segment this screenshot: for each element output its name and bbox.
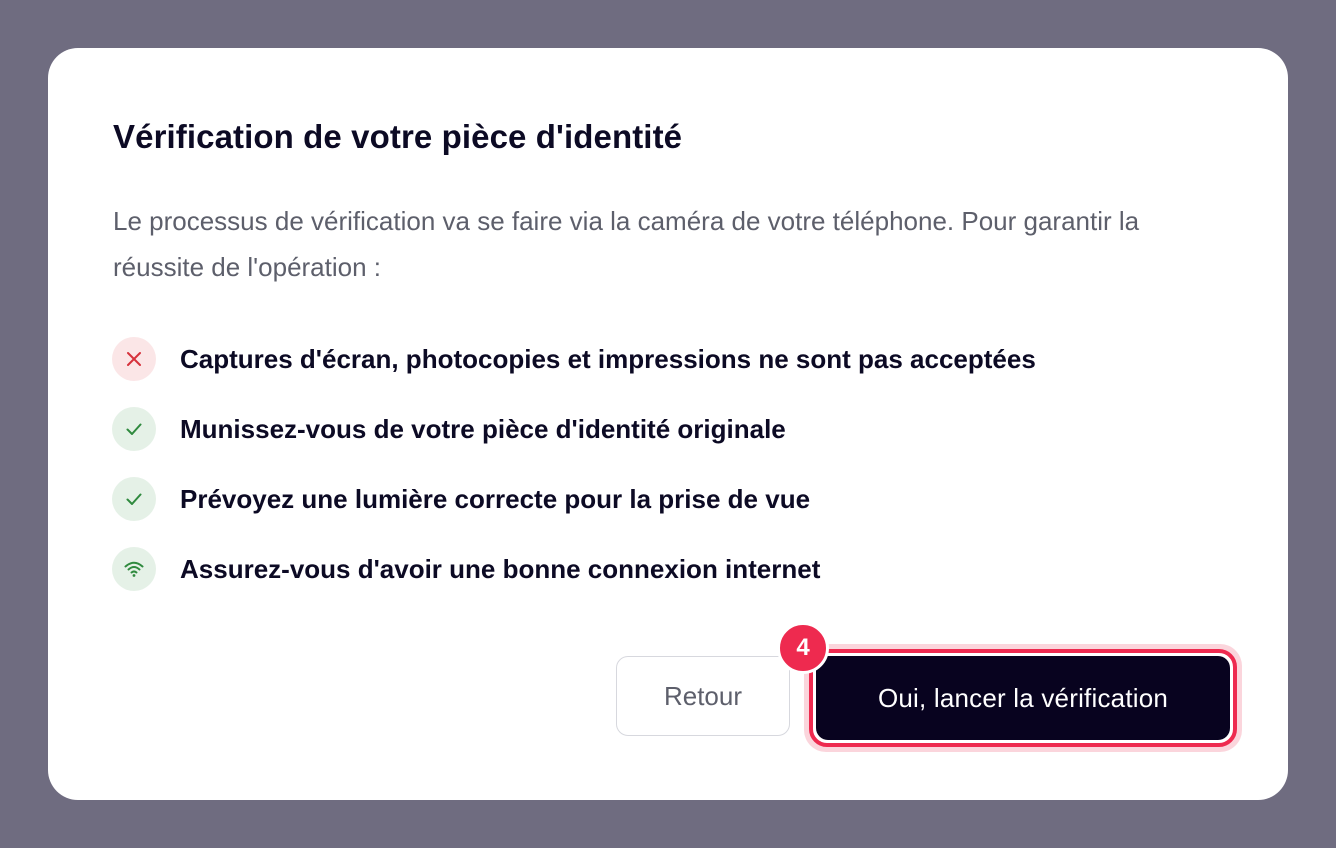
dialog-title: Vérification de votre pièce d'identité bbox=[113, 118, 683, 155]
requirement-no-screenshots: Captures d'écran, photocopies et impress… bbox=[112, 336, 1036, 382]
requirement-label: Munissez-vous de votre pièce d'identité … bbox=[180, 413, 786, 444]
back-button[interactable]: Retour bbox=[616, 656, 790, 736]
start-verification-label: Oui, lancer la vérification bbox=[816, 656, 1230, 740]
requirement-label: Assurez-vous d'avoir une bonne connexion… bbox=[180, 553, 821, 584]
requirement-lighting: Prévoyez une lumière correcte pour la pr… bbox=[112, 476, 1036, 522]
check-icon bbox=[112, 477, 156, 521]
requirements-list: Captures d'écran, photocopies et impress… bbox=[112, 336, 1036, 616]
close-icon bbox=[112, 337, 156, 381]
requirement-label: Captures d'écran, photocopies et impress… bbox=[180, 343, 1036, 374]
verification-dialog: Vérification de votre pièce d'identité L… bbox=[48, 48, 1288, 800]
step-number-badge: 4 bbox=[777, 622, 829, 674]
start-verification-button[interactable]: Oui, lancer la vérification bbox=[809, 649, 1237, 747]
requirement-label: Prévoyez une lumière correcte pour la pr… bbox=[180, 483, 811, 514]
requirement-original-id: Munissez-vous de votre pièce d'identité … bbox=[112, 406, 1036, 452]
wifi-icon bbox=[112, 547, 156, 591]
confirm-button-highlight: Oui, lancer la vérification bbox=[804, 644, 1242, 752]
dialog-intro: Le processus de vérification va se faire… bbox=[113, 206, 1140, 282]
requirement-connection: Assurez-vous d'avoir une bonne connexion… bbox=[112, 546, 1036, 592]
check-icon bbox=[112, 407, 156, 451]
